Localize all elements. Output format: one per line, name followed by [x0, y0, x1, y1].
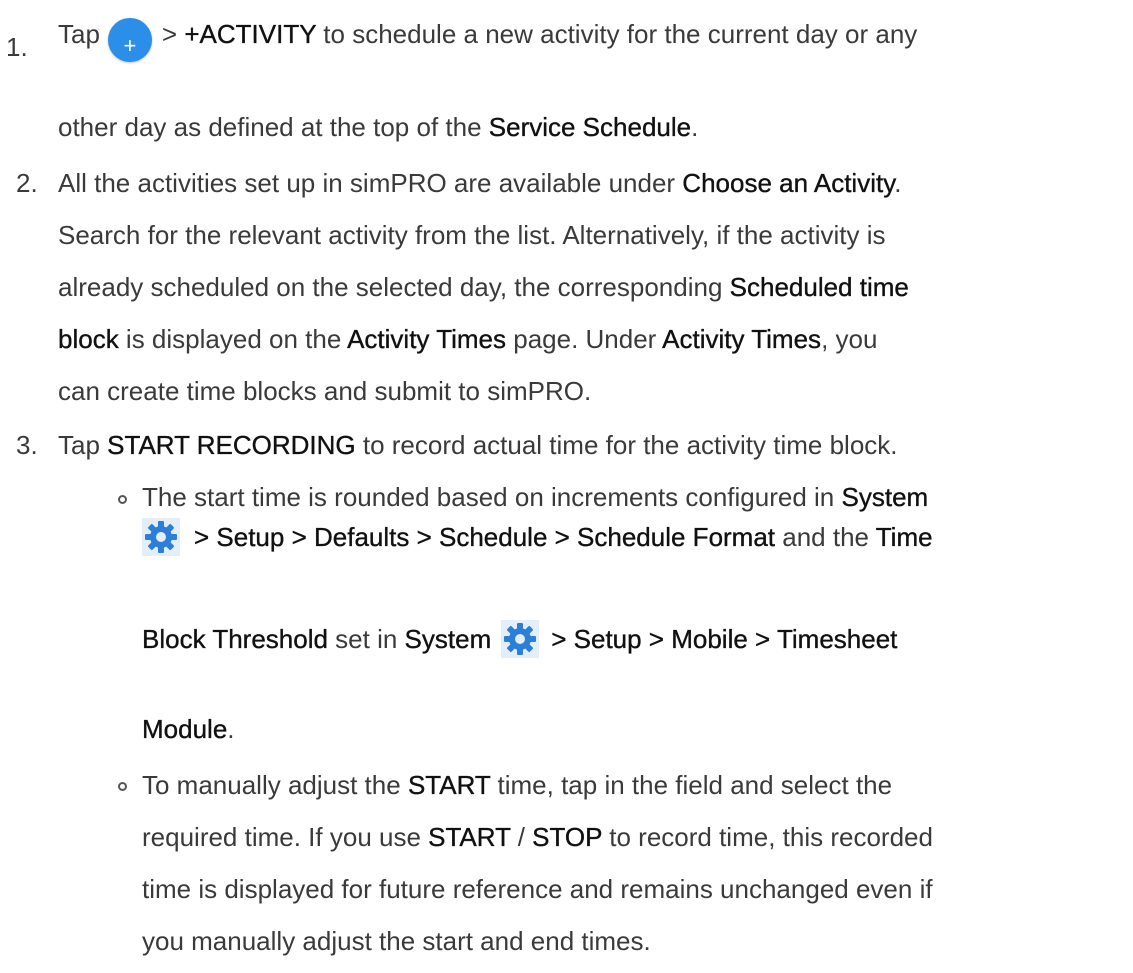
- bold-term: Activity Times: [662, 324, 822, 354]
- bullet-1-line-1: The start time is rounded based on incre…: [142, 484, 928, 510]
- text: is displayed on the: [118, 324, 348, 354]
- item-1-line-1: Tap + > +ACTIVITY to schedule a new activi…: [58, 14, 918, 62]
- bold-term: Block Threshold: [142, 623, 328, 654]
- bold-term: Activity Times: [347, 324, 507, 354]
- bold-term: +ACTIVITY: [184, 18, 317, 49]
- text: To manually adjust the: [142, 770, 408, 800]
- item-2-line-5: can create time blocks and submit to sim…: [58, 376, 592, 406]
- bold-term: > Setup > Mobile > Timesheet: [551, 623, 898, 654]
- text: , you: [821, 324, 878, 354]
- text: .: [227, 714, 235, 744]
- bold-term: Choose an Activity: [682, 168, 895, 198]
- item-2-line-2: Search for the relevant activity from th…: [58, 220, 886, 250]
- text: other day as defined at the top of the: [58, 112, 489, 142]
- document-body: 1. Tap + > +ACTIVITY to schedule a new act…: [0, 0, 1133, 973]
- bullet-1-line-3: Block Threshold set in System > Setup > …: [142, 620, 898, 660]
- bold-term: block: [58, 324, 119, 354]
- item-2-line-4: block is displayed on the Activity Times…: [58, 324, 878, 354]
- gear-icon: [142, 518, 180, 556]
- text: time, tap in the field and select the: [490, 770, 893, 800]
- bold-term: STOP: [532, 822, 603, 852]
- bold-term: START: [407, 770, 491, 800]
- bullet-2-line-3: time is displayed for future reference a…: [142, 874, 933, 904]
- bold-term: START RECORDING: [107, 430, 356, 460]
- text: The start time is rounded based on incre…: [142, 482, 842, 512]
- plus-button-icon: +: [107, 18, 152, 62]
- text: to record actual time for the activity t…: [355, 430, 898, 460]
- gear-icon: [501, 620, 540, 658]
- bold-term: > Setup > Defaults > Schedule > Schedule…: [194, 521, 776, 552]
- list-number-2: 2.: [16, 168, 38, 198]
- bullet-marker: [118, 782, 127, 791]
- text: Tap: [58, 18, 100, 49]
- bullet-marker: [118, 495, 127, 504]
- bold-term: Service Schedule: [488, 112, 692, 142]
- bold-term: START: [428, 822, 511, 852]
- bullet-2-line-1: To manually adjust the START time, tap i…: [142, 772, 892, 798]
- text: to schedule a new activity for the curre…: [316, 18, 918, 49]
- text: page. Under: [506, 324, 663, 354]
- bullet-2-line-2: required time. If you use START / STOP t…: [142, 824, 933, 850]
- list-number-3: 3.: [16, 430, 38, 460]
- text: required time. If you use: [142, 822, 429, 852]
- text: All the activities set up in simPRO are …: [58, 168, 683, 198]
- bold-term: System: [404, 623, 492, 654]
- text: >: [161, 18, 185, 49]
- text: .: [894, 168, 902, 198]
- bullet-1-line-4: Module.: [142, 716, 235, 742]
- item-2-line-3: already scheduled on the selected day, t…: [58, 274, 909, 300]
- bold-term: System: [841, 482, 929, 512]
- text: /: [510, 822, 533, 852]
- list-number-1: 1.: [6, 32, 28, 62]
- text: and the: [775, 521, 876, 552]
- bold-term: Time: [875, 521, 933, 552]
- item-1-line-2: other day as defined at the top of the S…: [58, 114, 698, 140]
- bullet-2-line-4: you manually adjust the start and end ti…: [142, 926, 651, 956]
- item-2-line-1: All the activities set up in simPRO are …: [58, 170, 902, 196]
- text: set in: [327, 623, 405, 654]
- bold-term: Scheduled time: [729, 272, 909, 302]
- text: .: [691, 112, 699, 142]
- text: already scheduled on the selected day, t…: [58, 272, 730, 302]
- text: to record time, this recorded: [602, 822, 933, 852]
- text: Tap: [58, 430, 108, 460]
- bullet-1-line-2: > Setup > Defaults > Schedule > Schedule…: [136, 518, 933, 558]
- bold-term: Module: [142, 714, 228, 744]
- item-3-line-1: Tap START RECORDING to record actual tim…: [58, 432, 898, 458]
